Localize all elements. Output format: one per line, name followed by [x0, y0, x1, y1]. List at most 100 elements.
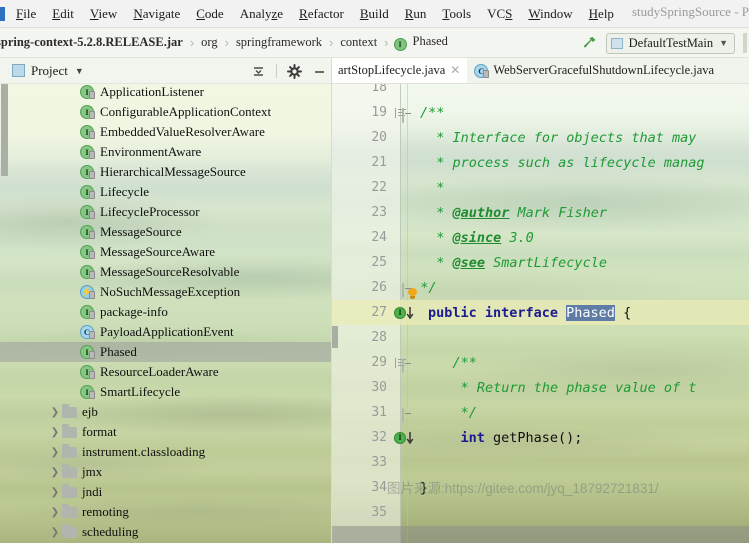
- menu-item-navigate[interactable]: Navigate: [125, 4, 188, 24]
- close-icon[interactable]: ✕: [450, 63, 460, 78]
- fold-end-icon[interactable]: [402, 408, 404, 423]
- menu-item-run[interactable]: Run: [397, 4, 435, 24]
- code-line[interactable]: 22 *: [331, 175, 749, 200]
- hammer-icon[interactable]: [580, 34, 598, 52]
- scrollbar-thumb[interactable]: [1, 84, 8, 176]
- code-line[interactable]: 24 * @since 3.0: [331, 225, 749, 250]
- menu-item-help[interactable]: Help: [581, 4, 622, 24]
- tree-file-item[interactable]: I ApplicationListener: [0, 84, 331, 102]
- implemented-by-icon[interactable]: I: [393, 306, 417, 320]
- code-line[interactable]: 30 * Return the phase value of t: [331, 375, 749, 400]
- tree-file-item[interactable]: I LifecycleProcessor: [0, 202, 331, 222]
- tree-folder-item[interactable]: ❯ ejb: [0, 402, 331, 422]
- menu-item-refactor[interactable]: Refactor: [291, 4, 352, 24]
- tree-item-label: instrument.classloading: [82, 444, 206, 459]
- menu-item-view[interactable]: View: [82, 4, 125, 24]
- tree-file-item[interactable]: I EnvironmentAware: [0, 142, 331, 162]
- code-line[interactable]: 34}: [331, 475, 749, 500]
- main-content: Project ▼ I ApplicationListener I Config…: [0, 58, 749, 543]
- chevron-right-icon[interactable]: ❯: [48, 527, 62, 538]
- tree-file-item[interactable]: I Phased: [0, 342, 331, 362]
- tree-file-item[interactable]: I EmbeddedValueResolverAware: [0, 122, 331, 142]
- tree-file-item[interactable]: I MessageSourceResolvable: [0, 262, 331, 282]
- code-token: SmartLifecycle: [485, 254, 607, 271]
- chevron-right-icon[interactable]: ❯: [48, 487, 62, 498]
- code-line[interactable]: 18: [331, 84, 749, 100]
- code-token: 3.0: [501, 229, 534, 246]
- line-number: 31: [371, 405, 387, 420]
- tree-file-item[interactable]: I SmartLifecycle: [0, 382, 331, 402]
- code-line[interactable]: 31 */: [331, 400, 749, 425]
- editor-tab[interactable]: artStopLifecycle.java ✕: [331, 58, 468, 83]
- tree-folder-item[interactable]: ❯ format: [0, 422, 331, 442]
- tree-file-item[interactable]: I ResourceLoaderAware: [0, 362, 331, 382]
- run-config-label: DefaultTestMain: [628, 35, 714, 50]
- chevron-right-icon[interactable]: ❯: [48, 407, 62, 418]
- breadcrumb-item-springframework[interactable]: springframework: [234, 35, 324, 50]
- chevron-down-icon[interactable]: ▼: [75, 66, 84, 76]
- menu-item-window[interactable]: Window: [520, 4, 580, 24]
- tree-folder-item[interactable]: ❯ jndi: [0, 482, 331, 502]
- interface-icon: I: [80, 344, 96, 360]
- code-editor[interactable]: 18 19 /** 20 * Interface for objects that m…: [331, 84, 749, 543]
- project-tree-scrollbar[interactable]: [0, 84, 9, 543]
- implemented-by-icon[interactable]: I: [393, 431, 417, 445]
- menu-item-code[interactable]: Code: [188, 4, 231, 24]
- collapse-all-icon[interactable]: [251, 64, 266, 79]
- run-configuration-selector[interactable]: DefaultTestMain ▼: [605, 32, 735, 54]
- chevron-right-icon[interactable]: ❯: [48, 467, 62, 478]
- fold-end-icon[interactable]: [402, 358, 404, 373]
- tree-file-item[interactable]: ⚡ NoSuchMessageException: [0, 282, 331, 302]
- code-line[interactable]: 19 /**: [331, 100, 749, 125]
- breadcrumb-item-spring-context-5-2-8-release-jar[interactable]: spring-context-5.2.8.RELEASE.jar: [0, 35, 185, 50]
- tree-item-label: SmartLifecycle: [100, 384, 181, 399]
- code-line[interactable]: 26 */: [331, 275, 749, 300]
- chevron-right-icon[interactable]: ❯: [48, 427, 62, 438]
- code-token: @since: [452, 229, 502, 246]
- code-line[interactable]: 20 * Interface for objects that may: [331, 125, 749, 150]
- code-line[interactable]: 28: [331, 325, 749, 350]
- breadcrumb-item-org[interactable]: org: [199, 35, 219, 50]
- menu-item-analyze[interactable]: Analyze: [232, 4, 291, 24]
- code-line[interactable]: 35: [331, 500, 749, 525]
- menu-item-file[interactable]: File: [8, 4, 44, 24]
- tree-file-item[interactable]: Ipackage-info: [0, 302, 331, 322]
- code-token: * Interface for objects that may: [420, 129, 697, 146]
- tree-file-item[interactable]: C PayloadApplicationEvent: [0, 322, 331, 342]
- line-number: 18: [371, 84, 387, 95]
- tree-file-item[interactable]: I ConfigurableApplicationContext: [0, 102, 331, 122]
- menu-item-vcs[interactable]: VCS: [479, 4, 520, 24]
- menu-item-edit[interactable]: Edit: [44, 4, 82, 24]
- breadcrumb-item-phased[interactable]: I Phased: [393, 34, 450, 51]
- tree-file-item[interactable]: I HierarchicalMessageSource: [0, 162, 331, 182]
- chevron-right-icon[interactable]: ❯: [48, 447, 62, 458]
- tree-folder-item[interactable]: ❯ scheduling: [0, 522, 331, 542]
- tree-folder-item[interactable]: ❯ instrument.classloading: [0, 442, 331, 462]
- code-line[interactable]: 21 * process such as lifecycle manag: [331, 150, 749, 175]
- chevron-right-icon[interactable]: ❯: [48, 507, 62, 518]
- code-token: Mark Fisher: [509, 204, 607, 221]
- menu-item-build[interactable]: Build: [352, 4, 397, 24]
- code-line[interactable]: 32 I int getPhase();: [331, 425, 749, 450]
- code-line[interactable]: 23 * @author Mark Fisher: [331, 200, 749, 225]
- menu-item-tools[interactable]: Tools: [434, 4, 479, 24]
- tree-file-item[interactable]: I MessageSource: [0, 222, 331, 242]
- code-line[interactable]: 27 Ipublic interface Phased {: [331, 300, 749, 325]
- breadcrumb-label: org: [201, 35, 218, 49]
- gear-icon[interactable]: [287, 63, 302, 79]
- code-line[interactable]: 29 /**: [331, 350, 749, 375]
- panel-divider[interactable]: [331, 58, 332, 543]
- editor-tab[interactable]: C WebServerGracefulShutdownLifecycle.java: [467, 58, 721, 83]
- code-line[interactable]: 33: [331, 450, 749, 475]
- tree-file-item[interactable]: I Lifecycle: [0, 182, 331, 202]
- fold-end-icon[interactable]: [402, 108, 404, 123]
- minimize-icon[interactable]: [312, 64, 327, 79]
- fold-end-icon[interactable]: [402, 283, 404, 298]
- tree-item-label: scheduling: [82, 524, 139, 539]
- code-line[interactable]: 25 * @see SmartLifecycle: [331, 250, 749, 275]
- tree-folder-item[interactable]: ❯ jmx: [0, 462, 331, 482]
- line-number: 24: [371, 230, 387, 245]
- tree-folder-item[interactable]: ❯ remoting: [0, 502, 331, 522]
- breadcrumb-item-context[interactable]: context: [338, 35, 379, 50]
- tree-file-item[interactable]: I MessageSourceAware: [0, 242, 331, 262]
